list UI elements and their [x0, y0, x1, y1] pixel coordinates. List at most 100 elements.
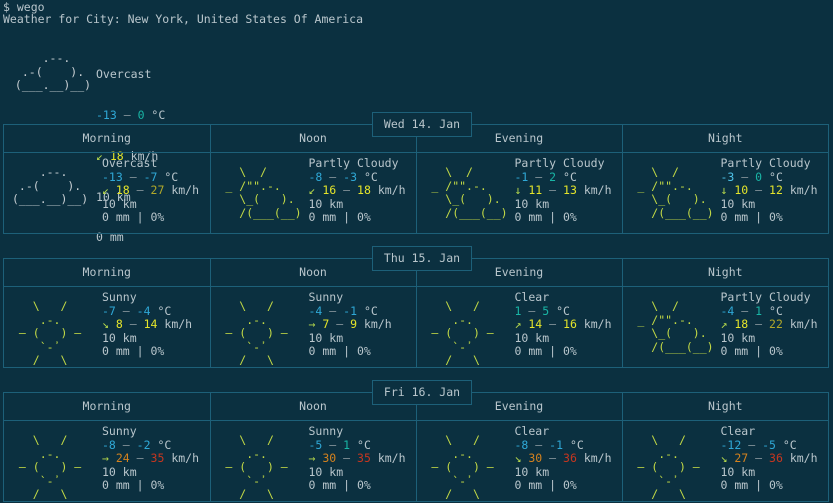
wind-unit: km/h [377, 451, 406, 466]
condition-label: Partly Cloudy [720, 290, 811, 304]
forecast-cell-inner: \ / .-. — ( ) — `-᾿ / \ Clear -12 — -5 °C… [623, 421, 829, 501]
wind-speed-high: 22 [769, 317, 783, 332]
precipitation: 0 mm | 0% [308, 344, 371, 359]
forecast-cell-inner: \ / .-. — ( ) — `-᾿ / \ Sunny -8 — -2 °C →… [4, 421, 210, 501]
cloud-icon: .--. .-( ). (___.__)__) [14, 51, 92, 93]
precipitation: 0 mm | 0% [308, 478, 371, 493]
wind-speed-high: 36 [563, 451, 577, 466]
forecast-cell: \ / _ /"".-. \_( ). /(___(__) Partly Clo… [209, 152, 416, 233]
temp-low: -5 [308, 437, 323, 452]
sun-icon: \ / .-. — ( ) — `-᾿ / \ [431, 433, 494, 502]
forecast-data-row: \ / .-. — ( ) — `-᾿ / \ Sunny -8 — -2 °C →… [4, 420, 829, 502]
wind-unit: km/h [789, 451, 818, 466]
sun-icon: \ / .-. — ( ) — `-᾿ / \ [18, 433, 82, 502]
forecast-cell: \ / .-. — ( ) — `-᾿ / \ Sunny -4 — -1 °C →… [209, 286, 416, 368]
wind-speed-high: 14 [143, 317, 158, 332]
forecast-info: Partly Cloudy -4 — 1 °C ↗ 18 — 22 km/h 10 k… [720, 290, 818, 359]
wind-unit: km/h [171, 183, 200, 198]
forecast-cell-inner: \ / _ /"".-. \_( ). /(___(__) Partly Clo… [211, 153, 416, 233]
wind-unit: km/h [583, 451, 612, 466]
temp-low: -1 [514, 169, 529, 184]
forecast-cell: \ / .-. — ( ) — `-᾿ / \ Clear 1 — 5 °C ↗ 1… [415, 286, 622, 367]
wind-unit: km/h [583, 317, 612, 332]
partly-cloudy-icon: \ / _ /"".-. \_( ). /(___(__) [637, 299, 714, 354]
forecast-cell: \ / .-. — ( ) — `-᾿ / \ Sunny -5 — 1 °C → … [209, 420, 416, 502]
forecast-info: Clear -12 — -5 °C ↘ 27 — 36 km/h 10 km 0 mm … [720, 424, 818, 493]
condition-label: Overcast [102, 156, 158, 170]
slot-header-night: Night [621, 259, 828, 287]
temp-high: -4 [136, 303, 151, 318]
precipitation: 0 mm | 0% [102, 210, 165, 225]
forecast-cell-inner: .--. .-( ). (___.__)__) Overcast -13 — -7 … [4, 153, 210, 233]
temp-unit: °C [563, 169, 577, 184]
forecast-table: Morning Noon Evening Night \ / .-. — ( ) — … [4, 393, 828, 501]
current-conditions-block: .--. .-( ). (___.__)__) Overcast -13 — 0… [0, 38, 420, 244]
wind-direction-arrow-icon: ↘ [102, 317, 109, 332]
wind-unit: km/h [789, 317, 818, 332]
partly-cloudy-icon: \ / _ /"".-. \_( ). /(___(__) [637, 165, 714, 220]
temp-low: -8 [102, 437, 116, 452]
forecast-cell-inner: \ / _ /"".-. \_( ). /(___(__) Partly Clo… [623, 287, 829, 367]
current-temp-low: -13 [96, 107, 117, 122]
condition-label: Sunny [102, 424, 137, 438]
partly-cloudy-icon: \ / _ /"".-. \_( ). /(___(__) [431, 165, 508, 220]
precipitation: 0 mm | 0% [514, 344, 577, 359]
wind-speed-low: 27 [734, 451, 749, 466]
condition-label: Sunny [308, 424, 344, 438]
visibility: 10 km [514, 464, 550, 479]
sun-icon: \ / .-. — ( ) — `-᾿ / \ [225, 433, 288, 502]
wind-unit: km/h [164, 317, 193, 332]
sun-icon: \ / .-. — ( ) — `-᾿ / \ [225, 299, 288, 368]
sun-icon: \ / .-. — ( ) — `-᾿ / \ [18, 299, 82, 368]
visibility: 10 km [720, 464, 756, 479]
forecast-cell: .--. .-( ). (___.__)__) Overcast -13 — -7 … [4, 153, 210, 234]
temp-low: -7 [102, 303, 116, 318]
forecast-info: Clear -8 — -1 °C ↘ 30 — 36 km/h 10 km 0 mm |… [514, 424, 612, 493]
wind-direction-arrow-icon: → [102, 451, 109, 466]
temp-high: -1 [343, 303, 357, 318]
terminal-screen: $ wego Weather for City: New York, Unite… [0, 0, 833, 503]
wind-speed-low: 10 [734, 183, 749, 198]
wind-speed-high: 12 [769, 183, 783, 198]
temp-high: -2 [136, 437, 151, 452]
temp-high: -1 [549, 437, 563, 452]
condition-label: Clear [720, 424, 756, 438]
wind-speed-high: 13 [563, 183, 577, 198]
temp-unit: °C [569, 437, 584, 452]
wind-speed-low: 18 [734, 317, 749, 332]
forecast-info: Sunny -4 — -1 °C → 7 — 9 km/h 10 km 0 mm | 0… [308, 290, 392, 359]
wind-speed-high: 36 [769, 451, 783, 466]
condition-label: Partly Cloudy [308, 156, 399, 170]
weather-location-header: Weather for City: New York, United State… [3, 12, 364, 26]
wind-speed-low: 8 [115, 317, 123, 332]
precipitation: 0 mm | 0% [720, 478, 783, 493]
wind-speed-high: 18 [357, 183, 371, 198]
wind-speed-low: 14 [528, 317, 543, 332]
temp-high: -7 [143, 169, 158, 184]
forecast-data-row: .--. .-( ). (___.__)__) Overcast -13 — -7 … [4, 152, 828, 234]
visibility: 10 km [308, 464, 344, 479]
forecast-cell: \ / _ /"".-. \_( ). /(___(__) Partly Clo… [621, 286, 829, 367]
wind-unit: km/h [789, 183, 818, 198]
temp-unit: °C [157, 437, 172, 452]
forecast-info: Partly Cloudy -1 — 2 °C ↓ 11 — 13 km/h 10 k… [514, 156, 612, 225]
temp-unit: °C [357, 437, 371, 452]
forecast-day-0: Wed 14. Jan Morning Noon Evening Night .--.… [3, 112, 829, 234]
wind-speed-low: 18 [115, 183, 130, 198]
current-temp-dash: — [116, 107, 138, 122]
condition-label: Clear [514, 290, 550, 304]
cloud-icon: .--. .-( ). (___.__)__) [12, 165, 89, 207]
precipitation: 0 mm | 0% [720, 344, 783, 359]
day-label-tab: Thu 15. Jan [372, 246, 472, 271]
temp-high: -5 [762, 437, 776, 452]
temp-unit: °C [363, 303, 378, 318]
temp-unit: °C [157, 303, 172, 318]
wind-direction-arrow-icon: ↙ [102, 183, 109, 198]
current-temp-unit: °C [144, 107, 166, 122]
temp-unit: °C [769, 169, 783, 184]
forecast-info: Sunny -5 — 1 °C → 30 — 35 km/h 10 km 0 mm | … [308, 424, 406, 493]
forecast-day-1: Thu 15. Jan Morning Noon Evening Night \ / … [3, 246, 829, 368]
visibility: 10 km [720, 330, 756, 345]
wind-speed-low: 30 [528, 451, 543, 466]
slot-header-morning: Morning [4, 125, 210, 153]
